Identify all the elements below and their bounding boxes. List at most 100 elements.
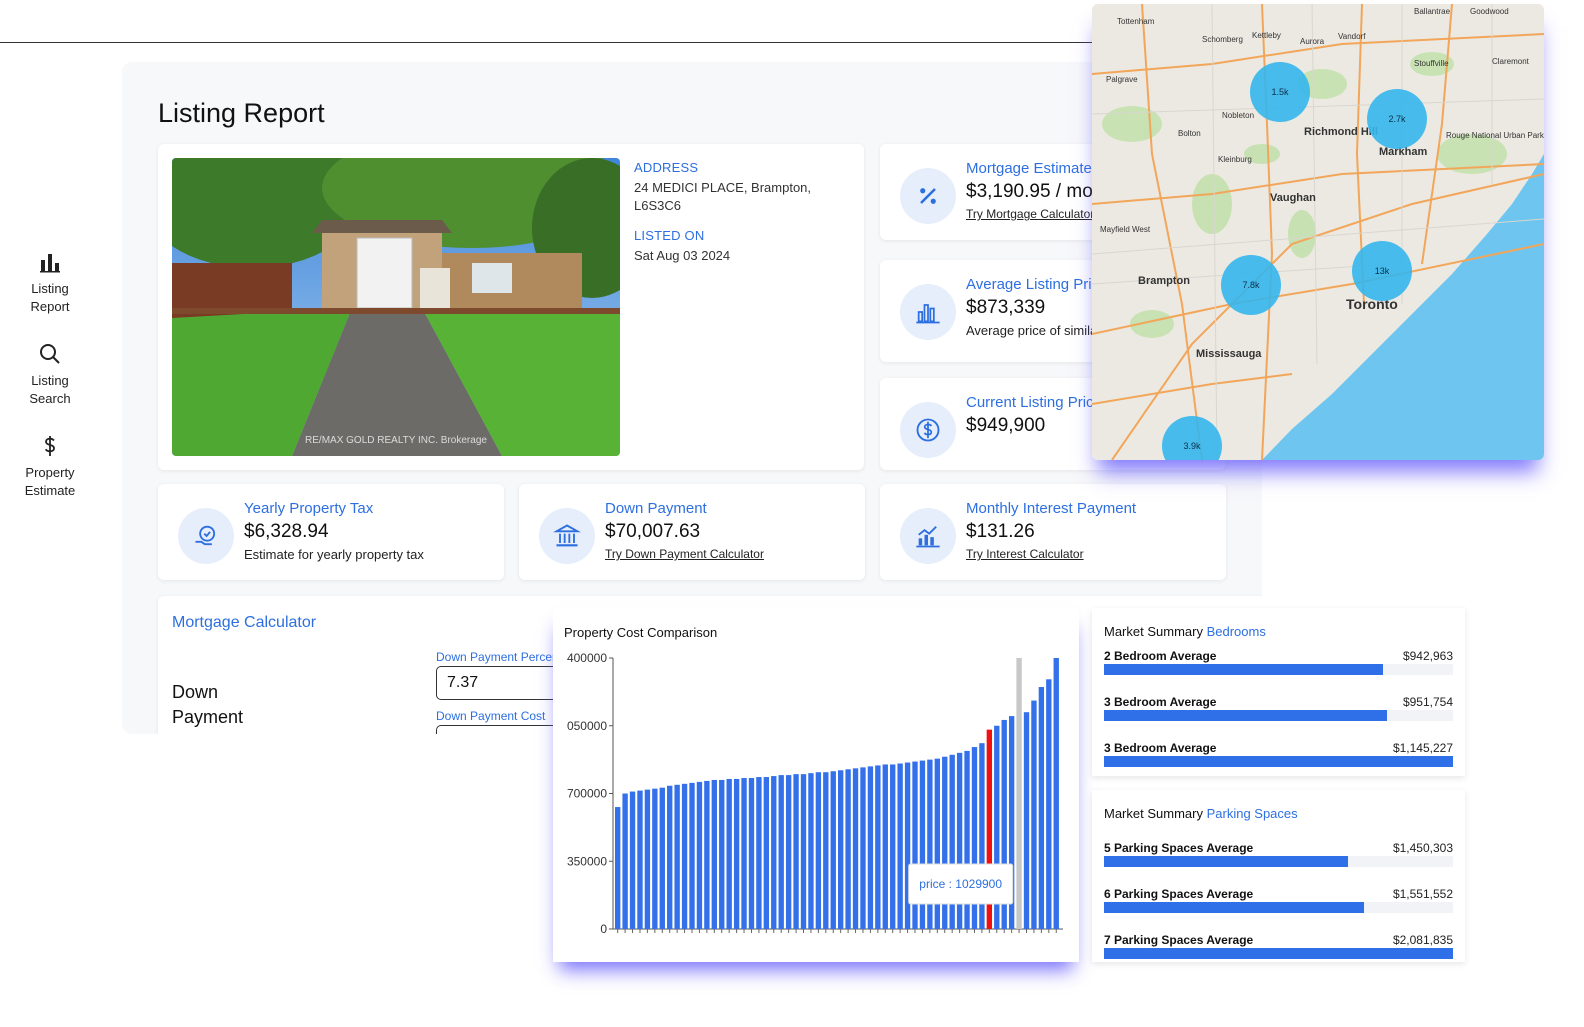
summary-title: Market Summary Bedrooms <box>1104 624 1453 639</box>
chart-bar[interactable] <box>674 784 680 929</box>
chart-bar[interactable] <box>733 778 740 929</box>
down-payment-section-label: Down Payment <box>172 682 244 727</box>
photo-credit: RE/MAX GOLD REALTY INC. Brokerage <box>305 435 487 446</box>
chart-bar[interactable] <box>852 768 859 929</box>
chart-bar[interactable] <box>711 779 717 929</box>
chart-bar[interactable] <box>800 774 807 929</box>
chart-bar[interactable] <box>771 776 777 929</box>
chart-bar[interactable] <box>667 785 673 929</box>
summary-accent: Parking Spaces <box>1206 806 1298 821</box>
chart-bar[interactable] <box>882 764 888 929</box>
chart-bar[interactable] <box>875 765 881 929</box>
chart-bar[interactable] <box>644 789 651 929</box>
chart-bar[interactable] <box>615 807 621 929</box>
chart-bar[interactable] <box>778 775 784 929</box>
mortgage-calculator-link[interactable]: Try Mortgage Calculator <box>966 207 1094 221</box>
chart-bar[interactable] <box>793 774 799 929</box>
map-place-label: Vaughan <box>1270 192 1316 204</box>
chart-bar[interactable] <box>704 780 710 929</box>
chart-bar[interactable] <box>890 764 896 929</box>
summary-row: 5 Parking Spaces Average $1,450,303 <box>1104 837 1453 883</box>
y-tick-label: 050000 <box>567 719 607 733</box>
chart-bar[interactable] <box>785 775 792 929</box>
down-payment-calculator-link[interactable]: Try Down Payment Calculator <box>605 547 764 561</box>
chart-bar[interactable] <box>860 767 866 929</box>
chart-canvas[interactable]: 0 350000 700000 050000 400000 price : 1029900 <box>553 608 1079 962</box>
summary-row-value: $1,551,552 <box>1392 887 1453 901</box>
chart-bar[interactable] <box>808 773 814 929</box>
nav-property-estimate[interactable]: Property Estimate <box>0 434 100 500</box>
chart-bar[interactable] <box>830 771 836 929</box>
map-place-label: Goodwood <box>1470 7 1509 16</box>
summary-title-text: Market Summary <box>1104 806 1203 821</box>
chart-bar[interactable] <box>756 777 762 929</box>
down-payment-cost-label: Down Payment Cost <box>436 709 546 723</box>
chart-bar[interactable] <box>763 777 770 929</box>
summary-row: 2 Bedroom Average $942,963 <box>1104 645 1453 691</box>
chart-bar[interactable] <box>689 782 695 929</box>
chart-bar[interactable] <box>1053 658 1059 929</box>
chart-bar[interactable] <box>748 778 755 929</box>
summary-row: 3 Bedroom Average $951,754 <box>1104 691 1453 737</box>
summary-bar-track <box>1104 948 1453 959</box>
chart-bar[interactable] <box>838 770 844 929</box>
growth-chart-icon <box>900 508 956 564</box>
address-value: 24 MEDICI PLACE, Brampton, L6S3C6 <box>634 180 812 213</box>
summary-bar-fill <box>1104 756 1453 767</box>
chart-bar[interactable] <box>726 778 732 929</box>
chart-bar[interactable] <box>629 791 636 929</box>
interest-calculator-link[interactable]: Try Interest Calculator <box>966 547 1136 561</box>
stat-value: $6,328.94 <box>244 521 329 542</box>
map-place-label: Nobleton <box>1222 111 1254 120</box>
chart-bar[interactable] <box>815 772 822 929</box>
map-place-label: Ballantrae <box>1414 7 1451 16</box>
listing-photo[interactable]: RE/MAX GOLD REALTY INC. Brokerage <box>172 158 620 456</box>
chart-bar[interactable] <box>845 769 851 929</box>
chart-bar[interactable] <box>1031 700 1037 929</box>
chart-bar[interactable] <box>637 790 643 929</box>
map-place-label: Claremont <box>1492 57 1530 66</box>
summary-row: 7 Parking Spaces Average $2,081,835 <box>1104 929 1453 975</box>
chart-bar[interactable] <box>681 783 688 929</box>
summary-bar-track <box>1104 902 1453 913</box>
listing-card: RE/MAX GOLD REALTY INC. Brokerage ADDRES… <box>158 144 864 470</box>
map-panel[interactable]: Tottenham Schomberg Kettleby Aurora Vandorf B… <box>1092 4 1544 460</box>
chart-bar[interactable] <box>1023 712 1030 929</box>
nav-listing-report[interactable]: Listing Report <box>0 250 100 316</box>
stat-value: $949,900 <box>966 415 1046 436</box>
summary-row-value: $1,450,303 <box>1392 841 1453 855</box>
map-place-label: Schomberg <box>1202 35 1243 44</box>
summary-bar-fill <box>1104 710 1387 721</box>
address-block: ADDRESS 24 MEDICI PLACE, Brampton, L6S3C… <box>634 160 844 215</box>
map-place-label: Rouge National Urban Park <box>1446 131 1544 140</box>
map-cluster-count: 3.9k <box>1183 441 1201 451</box>
chart-bar[interactable] <box>823 772 829 929</box>
chart-bar[interactable] <box>867 766 874 929</box>
house-photo-illustration <box>172 158 620 456</box>
chart-bar[interactable] <box>622 793 628 930</box>
nav-label: Listing Search <box>29 373 71 406</box>
stat-value: $131.26 <box>966 521 1035 542</box>
map-canvas[interactable]: Tottenham Schomberg Kettleby Aurora Vandorf B… <box>1092 4 1544 460</box>
chart-bar[interactable] <box>696 781 703 929</box>
chart-bar[interactable] <box>897 763 903 929</box>
chart-bar[interactable] <box>1038 687 1045 929</box>
summary-bar-track <box>1104 664 1453 675</box>
tax-badge-icon <box>178 508 234 564</box>
chart-bar[interactable] <box>741 778 747 929</box>
chart-bar[interactable] <box>1016 658 1022 929</box>
nav-listing-search[interactable]: Listing Search <box>0 342 100 408</box>
calculator-title: Mortgage Calculator <box>172 614 317 631</box>
summary-bar-fill <box>1104 948 1453 959</box>
map-place-label: Brampton <box>1138 275 1190 287</box>
chart-bar[interactable] <box>659 787 665 929</box>
chart-bar[interactable] <box>1046 679 1052 929</box>
map-place-label: Bolton <box>1178 129 1201 138</box>
chart-bar[interactable] <box>652 788 658 929</box>
chart-bar[interactable] <box>719 779 725 929</box>
summary-row-value: $951,754 <box>1402 695 1453 709</box>
summary-bar-track <box>1104 756 1453 767</box>
summary-row-label: 6 Parking Spaces Average <box>1104 887 1254 901</box>
summary-row: 3 Bedroom Average $1,145,227 <box>1104 737 1453 783</box>
bank-icon <box>539 508 595 564</box>
